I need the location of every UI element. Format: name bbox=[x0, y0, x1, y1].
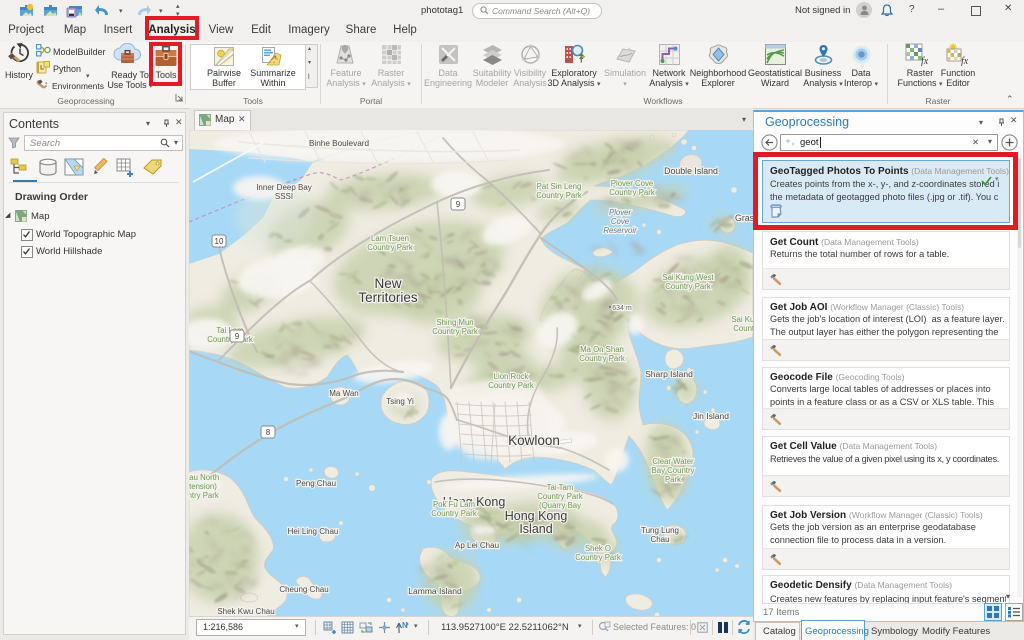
svg-text:fx: fx bbox=[921, 56, 929, 66]
svg-text:(Quarry Bay: (Quarry Bay bbox=[539, 501, 581, 510]
svg-text:Double Island: Double Island bbox=[664, 166, 718, 176]
svg-text:fx: fx bbox=[961, 56, 969, 66]
svg-text:Country Park: Country Park bbox=[575, 553, 621, 562]
svg-text:Country Park: Country Park bbox=[432, 327, 478, 336]
svg-text:Tung Lung: Tung Lung bbox=[641, 526, 679, 535]
svg-text:Clear Water: Clear Water bbox=[652, 457, 694, 466]
svg-text:Territories: Territories bbox=[358, 290, 418, 305]
svg-text:Peng Chau: Peng Chau bbox=[296, 479, 336, 488]
svg-text:Sharp Island: Sharp Island bbox=[645, 369, 693, 379]
svg-text:Ap Lei Chau: Ap Lei Chau bbox=[455, 541, 499, 550]
svg-text:Tai Tam: Tai Tam bbox=[547, 483, 574, 492]
svg-text:9: 9 bbox=[456, 200, 461, 209]
svg-text:Cove: Cove bbox=[611, 217, 630, 226]
svg-text:Shek O: Shek O bbox=[585, 544, 611, 553]
svg-text:Sai Kung West: Sai Kung West bbox=[662, 273, 714, 282]
svg-text:Lamma Island: Lamma Island bbox=[408, 586, 462, 596]
svg-text:Cheung Chau: Cheung Chau bbox=[279, 585, 328, 594]
svg-text:Country Park: Country Park bbox=[609, 188, 655, 197]
svg-text:Ma Wan: Ma Wan bbox=[329, 389, 359, 398]
svg-text:Kowloon: Kowloon bbox=[508, 433, 560, 448]
svg-text:Shek Kwu Chau: Shek Kwu Chau bbox=[217, 607, 274, 616]
svg-text:Shing Mun: Shing Mun bbox=[436, 318, 473, 327]
svg-text:untry Park: untry Park bbox=[189, 491, 219, 500]
svg-text:Country Park: Country Park bbox=[488, 381, 534, 390]
svg-text:Pat Sin Leng: Pat Sin Leng bbox=[537, 182, 582, 191]
svg-text:Chau: Chau bbox=[650, 535, 669, 544]
svg-text:ntau North: ntau North bbox=[189, 473, 219, 482]
svg-text:Sai Kun: Sai Kun bbox=[731, 315, 753, 324]
svg-text:SSSI: SSSI bbox=[275, 192, 293, 201]
svg-text:Reservoir: Reservoir bbox=[603, 226, 637, 235]
svg-text:Park: Park bbox=[665, 475, 681, 484]
svg-text:10: 10 bbox=[215, 237, 224, 246]
svg-text:Tsing Yi: Tsing Yi bbox=[386, 397, 414, 406]
svg-text:Binhe Boulevard: Binhe Boulevard bbox=[309, 139, 370, 148]
svg-text:Lion Rock: Lion Rock bbox=[494, 372, 529, 381]
svg-text:Country Park: Country Park bbox=[537, 492, 583, 501]
svg-text:Hong Kong: Hong Kong bbox=[505, 509, 568, 523]
svg-text:Country Park: Country Park bbox=[431, 509, 477, 518]
svg-text:New: New bbox=[374, 276, 401, 291]
svg-text:Hei Ling Chau: Hei Ling Chau bbox=[288, 527, 339, 536]
svg-text:Plover: Plover bbox=[609, 208, 632, 217]
svg-text:Inner Deep Bay: Inner Deep Bay bbox=[256, 183, 312, 192]
svg-text:xtension): xtension) bbox=[189, 482, 217, 491]
svg-text:Gras: Gras bbox=[735, 213, 753, 223]
svg-text:Jin Island: Jin Island bbox=[693, 411, 729, 421]
svg-text:Pok Fu Lam: Pok Fu Lam bbox=[433, 500, 475, 509]
svg-text:Ma On Shan: Ma On Shan bbox=[580, 345, 624, 354]
svg-text:Country Park: Country Park bbox=[665, 282, 711, 291]
svg-text:Country Park: Country Park bbox=[367, 243, 413, 252]
svg-text:Country Park: Country Park bbox=[536, 191, 582, 200]
svg-text:Country Park: Country Park bbox=[579, 354, 625, 363]
svg-text:634 m: 634 m bbox=[612, 305, 632, 312]
svg-text:Countr: Countr bbox=[733, 324, 753, 333]
svg-text:Island: Island bbox=[519, 522, 552, 536]
svg-text:Bay Country: Bay Country bbox=[652, 466, 695, 475]
svg-text:Lam Tsuen: Lam Tsuen bbox=[371, 234, 409, 243]
svg-text:8: 8 bbox=[266, 428, 271, 437]
svg-text:9: 9 bbox=[235, 332, 240, 341]
svg-text:Plover Cove: Plover Cove bbox=[611, 179, 653, 188]
